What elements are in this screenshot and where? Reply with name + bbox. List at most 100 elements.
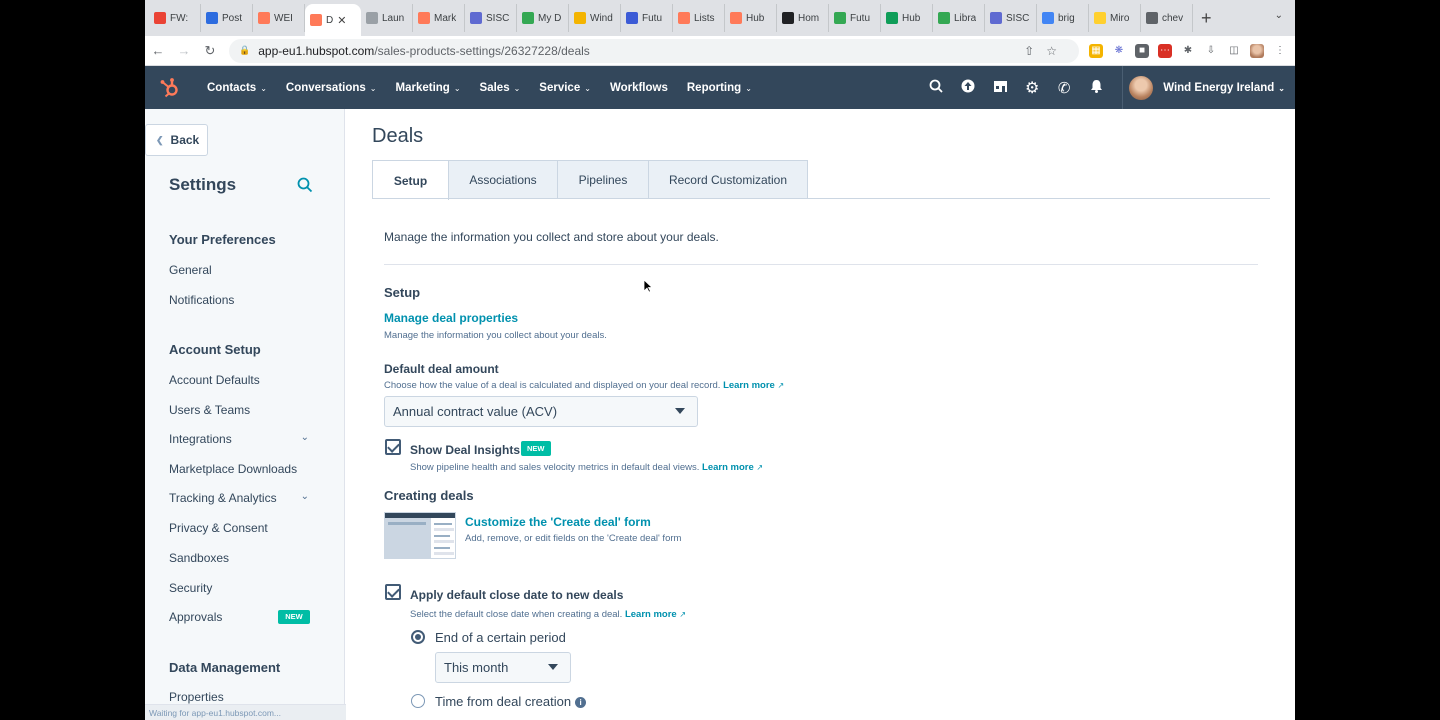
deal-amount-select[interactable]: Annual contract value (ACV) [384,396,698,427]
bookmark-star-icon[interactable]: ☆ [1046,44,1069,58]
back-arrow-icon[interactable]: ← [145,43,171,58]
nav-item-reporting[interactable]: Reporting ⌄ [687,82,752,94]
sidebar-item-users-teams[interactable]: Users & Teams [169,403,319,417]
insights-help-text: Show pipeline health and sales velocity … [410,462,700,473]
hubspot-icon [418,12,430,24]
browser-tab[interactable]: Hub [881,4,933,32]
end-of-period-radio[interactable] [411,630,425,644]
slides-icon [574,12,586,24]
browser-tab[interactable]: Miro [1089,4,1141,32]
side-panel-icon[interactable]: ◫ [1227,44,1241,58]
user-avatar[interactable] [1129,75,1154,100]
notifications-bell-icon[interactable] [1080,79,1112,96]
settings-gear-icon[interactable]: ⚙ [1016,78,1048,98]
back-button[interactable]: ❮ Back [145,124,208,156]
calling-icon[interactable]: ✆ [1048,79,1080,97]
deal-insights-new-badge: NEW [521,441,551,456]
tab-associations[interactable]: Associations [449,161,558,199]
chevron-down-icon[interactable]: ⌄ [301,432,309,443]
browser-tab[interactable]: Hom [777,4,829,32]
profile-avatar[interactable] [1250,43,1264,58]
sidebar-item-marketplace-downloads[interactable]: Marketplace Downloads [169,462,319,476]
forward-arrow-icon[interactable]: → [171,43,197,58]
puzzle-extensions-icon[interactable]: ✱ [1181,44,1195,58]
browser-tab[interactable]: Futu [621,4,673,32]
show-deal-insights-checkbox[interactable] [385,439,401,455]
manage-deal-properties-link[interactable]: Manage deal properties [384,311,518,325]
share-icon[interactable]: ⇧ [1024,44,1046,58]
period-select[interactable]: This month [435,652,571,683]
browser-tab-label: Miro [1110,12,1130,24]
learn-more-link[interactable]: Learn more [625,609,677,620]
learn-more-link[interactable]: Learn more [723,380,775,391]
reload-icon[interactable]: ↻ [197,43,223,59]
sidebar-item-sandboxes[interactable]: Sandboxes [169,551,319,565]
browser-tab-label: FW: [170,12,189,24]
sidebar-item-properties[interactable]: Properties [169,690,319,704]
red-extension-icon[interactable]: ⋯ [1158,43,1172,58]
chevron-down-icon[interactable]: ⌄ [301,491,309,502]
browser-tab[interactable]: Wind [569,4,621,32]
sidebar-item-privacy-consent[interactable]: Privacy & Consent [169,521,319,535]
browser-tab[interactable]: D ✕ [305,4,361,36]
time-from-creation-radio[interactable] [411,694,425,708]
browser-tab[interactable]: SISC [985,4,1037,32]
sidebar-item-general[interactable]: General [169,263,319,277]
browser-tab-label: Libra [954,12,977,24]
hubspot-logo-icon[interactable] [147,77,193,99]
browser-tab[interactable]: Laun [361,4,413,32]
browser-tab[interactable]: FW: [149,4,201,32]
sidebar-item-tracking-analytics[interactable]: Tracking & Analytics ⌄ [169,491,319,505]
create-deal-form-thumbnail[interactable] [384,512,456,559]
browser-tab-label: Futu [642,12,663,24]
tab-search-icon[interactable]: ⌄ [1275,10,1283,21]
group-your-preferences: Your Preferences [169,232,276,247]
close-tab-icon[interactable]: ✕ [337,14,346,27]
nav-item-marketing[interactable]: Marketing ⌄ [396,82,461,94]
browser-tab[interactable]: chev [1141,4,1193,32]
settings-search-icon[interactable] [297,177,313,198]
nav-item-sales[interactable]: Sales ⌄ [480,82,521,94]
tab-setup[interactable]: Setup [373,161,449,200]
apply-default-close-date-checkbox[interactable] [385,584,401,600]
sidebar-item-integrations[interactable]: Integrations ⌄ [169,432,319,446]
customize-create-deal-form-link[interactable]: Customize the 'Create deal' form [465,515,651,529]
learn-more-link[interactable]: Learn more [702,462,754,473]
caret-down-icon [675,408,685,414]
url-input[interactable]: 🔒 app-eu1.hubspot.com/sales-products-set… [229,38,1079,63]
browser-tab[interactable]: Post [201,4,253,32]
nav-item-conversations[interactable]: Conversations ⌄ [286,82,377,94]
browser-tab-label: Lists [694,12,715,24]
nav-item-contacts[interactable]: Contacts ⌄ [207,82,267,94]
group-account-setup: Account Setup [169,342,261,357]
gear-extension-icon[interactable]: ❋ [1112,44,1126,58]
sidebar-item-account-defaults[interactable]: Account Defaults [169,373,319,387]
browser-tab[interactable]: WEI [253,4,305,32]
sidebar-item-security[interactable]: Security [169,581,319,595]
browser-menu-icon[interactable]: ⋮ [1273,44,1287,58]
browser-tab[interactable]: My D [517,4,569,32]
browser-tab[interactable]: Libra [933,4,985,32]
account-menu[interactable]: Wind Energy Ireland ⌄ [1163,82,1285,94]
nav-item-workflows[interactable]: Workflows [610,82,668,94]
browser-tab[interactable]: brig [1037,4,1089,32]
default-deal-amount-label: Default deal amount [384,362,499,376]
tab-pipelines[interactable]: Pipelines [558,161,649,199]
nav-item-service[interactable]: Service ⌄ [539,82,591,94]
tab-record-customization[interactable]: Record Customization [649,161,807,199]
marketplace-icon[interactable] [984,79,1016,96]
info-icon[interactable]: i [575,697,587,708]
nav-utilities: ⚙ ✆ Wind Energy Ireland ⌄ [920,66,1295,109]
download-icon[interactable]: ⇩ [1204,44,1218,58]
browser-tab[interactable]: Futu [829,4,881,32]
browser-tab[interactable]: Lists [673,4,725,32]
upgrade-icon[interactable] [952,79,984,96]
browser-tab[interactable]: Mark [413,4,465,32]
calendar-extension-icon[interactable]: ▦ [1089,43,1103,58]
docs-extension-icon[interactable]: ■ [1135,43,1149,58]
sidebar-item-notifications[interactable]: Notifications [169,293,319,307]
browser-tab[interactable]: SISC [465,4,517,32]
new-tab-button[interactable]: + [1201,8,1212,29]
search-icon[interactable] [920,79,952,96]
browser-tab[interactable]: Hub [725,4,777,32]
